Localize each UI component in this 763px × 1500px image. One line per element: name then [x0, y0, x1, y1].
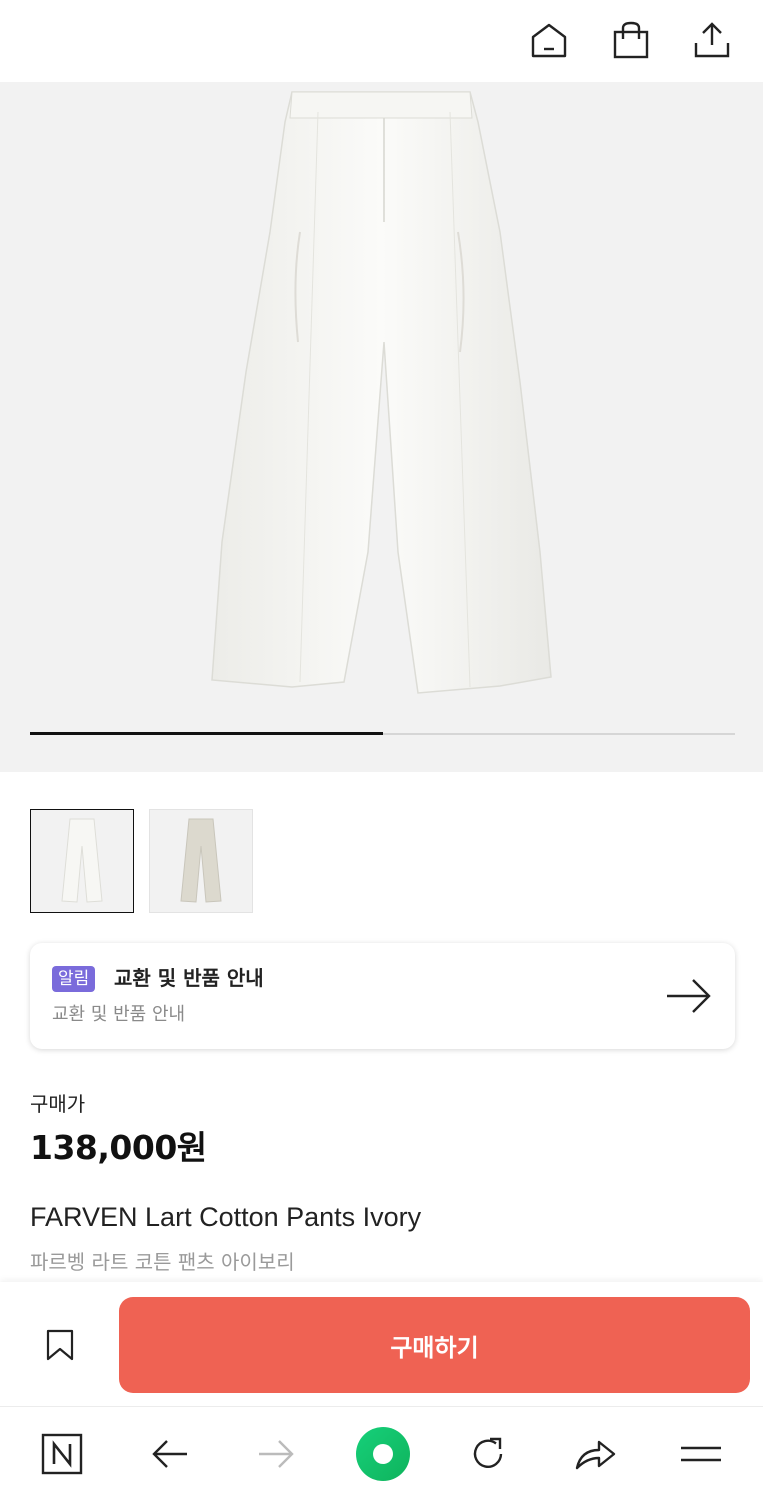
notice-badge: 알림	[52, 966, 96, 992]
browser-nav-bar	[0, 1406, 763, 1500]
exchange-return-notice-card[interactable]: 알림 교환 및 반품 안내 교환 및 반품 안내	[30, 943, 735, 1049]
thumbnail-beige[interactable]	[149, 809, 253, 913]
green-home-dot-icon[interactable]	[355, 1426, 411, 1482]
gallery-progress-fill	[30, 732, 383, 735]
bookmark-icon[interactable]	[40, 1325, 80, 1365]
product-name: FARVEN Lart Cotton Pants Ivory	[30, 1202, 422, 1232]
notice-subtitle: 교환 및 반품 안내	[52, 1004, 186, 1025]
product-name-korean: 파르벵 라트 코튼 팬츠 아이보리	[30, 1250, 295, 1274]
price-value: 138,000원	[30, 1128, 207, 1167]
product-image-pants	[211, 91, 552, 694]
refresh-icon[interactable]	[463, 1429, 513, 1479]
share-icon[interactable]	[570, 1429, 620, 1479]
thumbnail-strip	[30, 809, 253, 913]
menu-icon[interactable]	[676, 1429, 726, 1479]
top-bar	[0, 0, 763, 82]
shopping-bag-icon[interactable]	[611, 20, 651, 60]
price-label: 구매가	[30, 1092, 86, 1116]
gallery-progress-track	[30, 732, 735, 735]
notice-title: 교환 및 반품 안내	[114, 966, 264, 990]
share-upload-icon[interactable]	[692, 20, 732, 60]
home-icon[interactable]	[529, 20, 569, 60]
thumbnail-ivory[interactable]	[30, 809, 134, 913]
product-image-gallery[interactable]	[0, 82, 763, 772]
naver-n-icon[interactable]	[37, 1429, 87, 1479]
purchase-bar: 구매하기	[0, 1282, 763, 1406]
forward-arrow-icon[interactable]	[251, 1429, 301, 1479]
buy-button[interactable]: 구매하기	[119, 1297, 750, 1393]
arrow-right-icon	[665, 976, 713, 1020]
back-arrow-icon[interactable]	[145, 1429, 195, 1479]
